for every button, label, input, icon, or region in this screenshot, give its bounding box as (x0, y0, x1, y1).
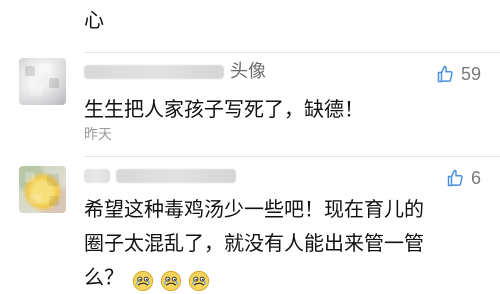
like-count: 59 (460, 64, 481, 84)
like-count: 6 (470, 168, 481, 188)
username-suffix: 头像 (230, 61, 266, 82)
comment-text: 希望这种毒鸡汤少一些吧！现在育儿的 圈子太混乱了，就没有人能出来管一管 么？ (84, 192, 482, 294)
comment-author[interactable]: 头像 (84, 61, 266, 83)
comment-divider (84, 52, 500, 53)
comment-divider (84, 156, 500, 157)
avatar[interactable] (19, 58, 66, 105)
blurred-username (116, 169, 236, 183)
like-button[interactable]: 59 (437, 62, 481, 86)
comment-item: 头像 59 生生把人家孩子写死了，缺德！ 昨天 (0, 52, 500, 156)
blurred-username (84, 65, 224, 79)
like-button[interactable]: 6 (447, 166, 481, 190)
avatar-pixel-block (29, 84, 43, 96)
avatar-pixel-block (25, 172, 35, 182)
comment-time: 昨天 (84, 127, 112, 143)
face-with-tears-icon (132, 270, 154, 291)
face-with-tears-icon (188, 270, 210, 291)
avatar-pixel-block (25, 66, 35, 76)
avatar-pixel-block (47, 174, 59, 186)
thumbs-up-icon (447, 169, 463, 187)
avatar-pixel-block (29, 194, 41, 204)
comment-author[interactable] (84, 165, 236, 187)
avatar-pixel-block (49, 196, 59, 206)
avatar-pixel-block (49, 78, 59, 88)
avatar[interactable] (19, 166, 66, 213)
blurred-username-prefix (84, 169, 110, 183)
comment-item: 6 希望这种毒鸡汤少一些吧！现在育儿的 圈子太混乱了，就没有人能出来管一管 么？ (0, 156, 500, 294)
face-with-tears-icon (160, 270, 182, 291)
thumbs-up-icon (437, 65, 453, 83)
comment-text: 生生把人家孩子写死了，缺德！ (84, 97, 364, 121)
avatar-pixel-block (39, 63, 51, 73)
previous-comment-text-fragment: 心 (84, 8, 104, 32)
emoji-row (132, 270, 210, 292)
